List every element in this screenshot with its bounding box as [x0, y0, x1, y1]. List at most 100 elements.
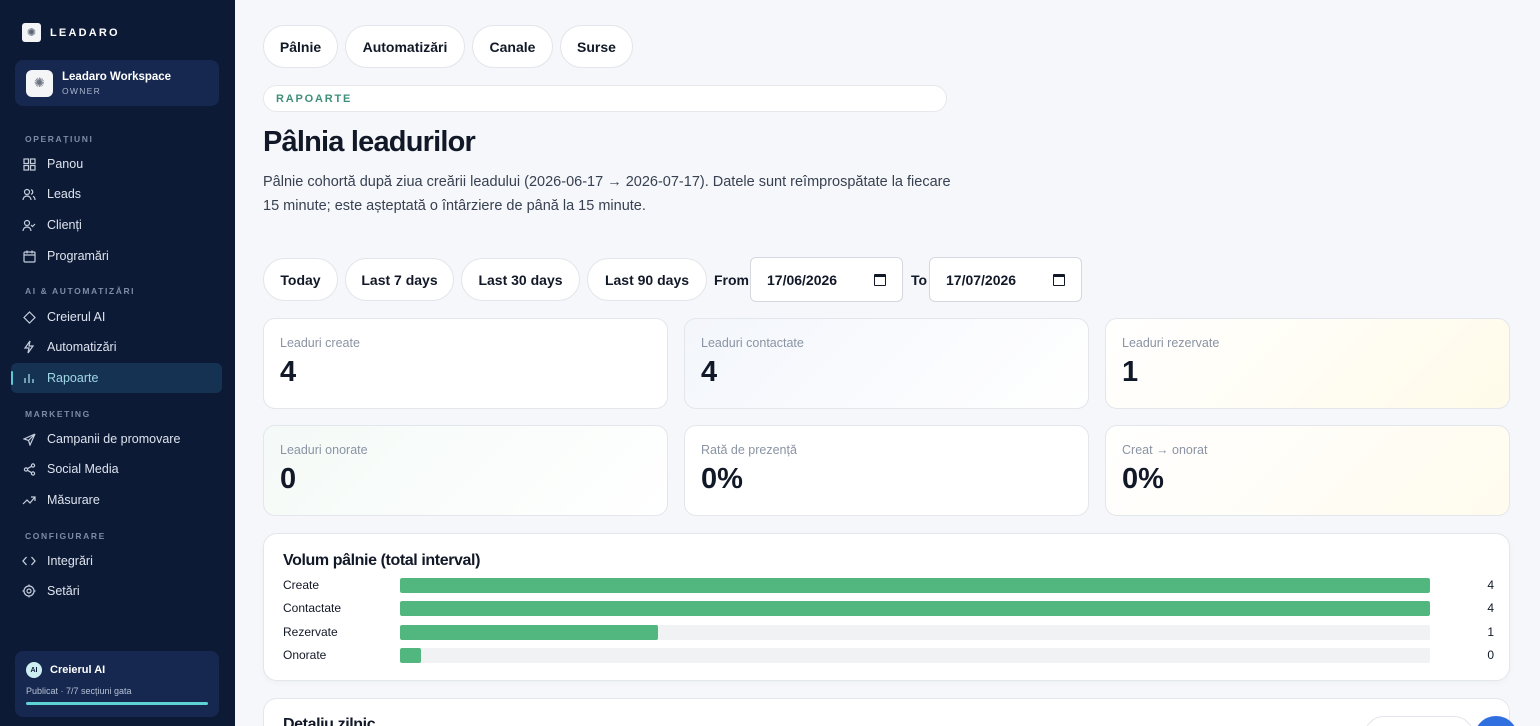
page-description: Pâlnie cohortă după ziua creării leadulu…	[263, 174, 951, 214]
nav-section-ai: AI & AUTOMATIZĂRI	[25, 286, 136, 296]
ai-progress-fill	[26, 702, 208, 705]
sidebar-item-label: Rapoarte	[47, 371, 99, 385]
grid-icon	[22, 157, 36, 171]
stat-label: Creat → onorat	[1122, 443, 1208, 457]
stat-value: 0	[280, 463, 297, 495]
stat-card-rata-prezenta: Rată de prezență 0%	[684, 425, 1089, 516]
funnel-row-rezervate: Rezervate 1	[283, 624, 1494, 640]
ai-status-card[interactable]: AI Creierul AI Publicat · 7/7 secțiuni g…	[15, 651, 219, 717]
funnel-row-contactate: Contactate 4	[283, 600, 1494, 616]
sidebar-item-campanii[interactable]: Campanii de promovare	[11, 424, 222, 454]
bar-label: Rezervate	[283, 625, 338, 639]
to-date-input[interactable]: 17/07/2026	[929, 257, 1082, 302]
bar-label: Create	[283, 578, 320, 592]
range-today-button[interactable]: Today	[263, 258, 338, 301]
stat-label: Rată de prezență	[701, 443, 797, 457]
nav-section-operatiuni: OPERAȚIUNI	[25, 134, 94, 144]
sidebar-item-creierul-ai[interactable]: Creierul AI	[11, 302, 222, 332]
from-date-input[interactable]: 17/06/2026	[750, 257, 903, 302]
sidebar-item-clienti[interactable]: Clienți	[11, 210, 222, 240]
bar-fill	[400, 647, 421, 663]
calendar-icon	[22, 249, 36, 263]
stat-card-leaduri-rezervate: Leaduri rezervate 1	[1105, 318, 1510, 409]
bar-label: Onorate	[283, 648, 327, 662]
funnel-row-onorate: Onorate 0	[283, 647, 1494, 663]
bar-label: Contactate	[283, 601, 342, 615]
gear-icon	[22, 584, 36, 598]
sidebar-item-masurare[interactable]: Măsurare	[11, 485, 222, 515]
ai-progress-bar	[26, 702, 208, 705]
workspace-switcher[interactable]: ✺ Leadaro Workspace OWNER	[15, 60, 219, 106]
sidebar-item-label: Creierul AI	[47, 310, 106, 324]
brand[interactable]: ✺ LEADARO	[22, 23, 120, 42]
sidebar-item-leads[interactable]: Leads	[11, 179, 222, 209]
stat-value: 0%	[701, 463, 743, 495]
brand-name: LEADARO	[50, 26, 120, 39]
range-30-days-button[interactable]: Last 30 days	[461, 258, 580, 301]
sidebar-item-programari[interactable]: Programări	[11, 241, 222, 271]
sidebar-item-label: Măsurare	[47, 493, 100, 507]
stat-label: Leaduri rezervate	[1122, 336, 1220, 350]
lightning-icon	[22, 340, 36, 354]
sidebar-item-label: Social Media	[47, 462, 119, 476]
sidebar-item-integrari[interactable]: Integrări	[11, 546, 222, 576]
sidebar-item-label: Automatizări	[47, 340, 117, 354]
sun-logo-icon: ✺	[22, 23, 41, 42]
bar-fill	[400, 577, 1430, 593]
sidebar: ✺ LEADARO ✺ Leadaro Workspace OWNER OPER…	[0, 0, 235, 726]
stat-card-leaduri-contactate: Leaduri contactate 4	[684, 318, 1089, 409]
section-chip: RAPOARTE	[263, 85, 947, 112]
sidebar-item-label: Integrări	[47, 554, 93, 568]
from-date-value: 17/06/2026	[767, 271, 838, 288]
ai-badge: AI	[26, 662, 42, 678]
sidebar-item-panou[interactable]: Panou	[11, 149, 222, 179]
page-title: Pâlnia leadurilor	[263, 126, 476, 158]
range-90-days-button[interactable]: Last 90 days	[587, 258, 707, 301]
nav-section-marketing: MARKETING	[25, 409, 91, 419]
funnel-row-create: Create 4	[283, 577, 1494, 593]
funnel-volume-panel: Volum pâlnie (total interval) Create 4 C…	[263, 533, 1510, 681]
sidebar-item-social-media[interactable]: Social Media	[11, 454, 222, 484]
sidebar-item-rapoarte[interactable]: Rapoarte	[11, 363, 222, 393]
bar-fill	[400, 600, 1430, 616]
panel-title: Volum pâlnie (total interval)	[283, 552, 481, 569]
nav-section-configurare: CONFIGURARE	[25, 531, 106, 541]
calendar-icon[interactable]	[1053, 273, 1065, 286]
sidebar-item-label: Setări	[47, 584, 80, 598]
stat-label: Leaduri onorate	[280, 443, 368, 457]
bar-track	[400, 600, 1430, 616]
user-check-icon	[22, 218, 36, 232]
sidebar-item-label: Campanii de promovare	[47, 432, 181, 446]
stat-value: 4	[701, 356, 718, 388]
bar-value: 0	[1487, 648, 1494, 662]
tab-palnie[interactable]: Pâlnie	[263, 25, 338, 68]
bar-track	[400, 624, 1430, 640]
daily-detail-action-button[interactable]	[1364, 716, 1474, 726]
to-label: To	[911, 272, 928, 288]
sidebar-item-label: Leads	[47, 187, 82, 201]
bar-value: 4	[1487, 578, 1494, 592]
bar-chart-icon	[22, 371, 36, 385]
send-icon	[22, 432, 36, 446]
bar-value: 4	[1487, 601, 1494, 615]
to-date-value: 17/07/2026	[946, 271, 1017, 288]
tab-automatizari[interactable]: Automatizări	[345, 25, 465, 68]
stat-value: 1	[1122, 356, 1139, 388]
sidebar-item-automatizari[interactable]: Automatizări	[11, 332, 222, 362]
stat-card-creat-onorat: Creat → onorat 0%	[1105, 425, 1510, 516]
daily-detail-panel: Detaliu zilnic	[263, 698, 1510, 726]
trend-icon	[22, 493, 36, 507]
tab-surse[interactable]: Surse	[560, 25, 633, 68]
panel-title: Detaliu zilnic	[283, 716, 376, 726]
calendar-icon[interactable]	[874, 273, 886, 286]
workspace-name: Leadaro Workspace	[62, 70, 172, 83]
stat-label: Leaduri create	[280, 336, 360, 350]
tab-canale[interactable]: Canale	[472, 25, 553, 68]
range-7-days-button[interactable]: Last 7 days	[345, 258, 454, 301]
workspace-role: OWNER	[62, 85, 102, 96]
stat-value: 0%	[1122, 463, 1164, 495]
sidebar-item-label: Clienți	[47, 218, 82, 232]
sidebar-item-setari[interactable]: Setări	[11, 576, 222, 606]
ai-card-subtitle: Publicat · 7/7 secțiuni gata	[26, 686, 132, 696]
users-icon	[22, 187, 36, 201]
